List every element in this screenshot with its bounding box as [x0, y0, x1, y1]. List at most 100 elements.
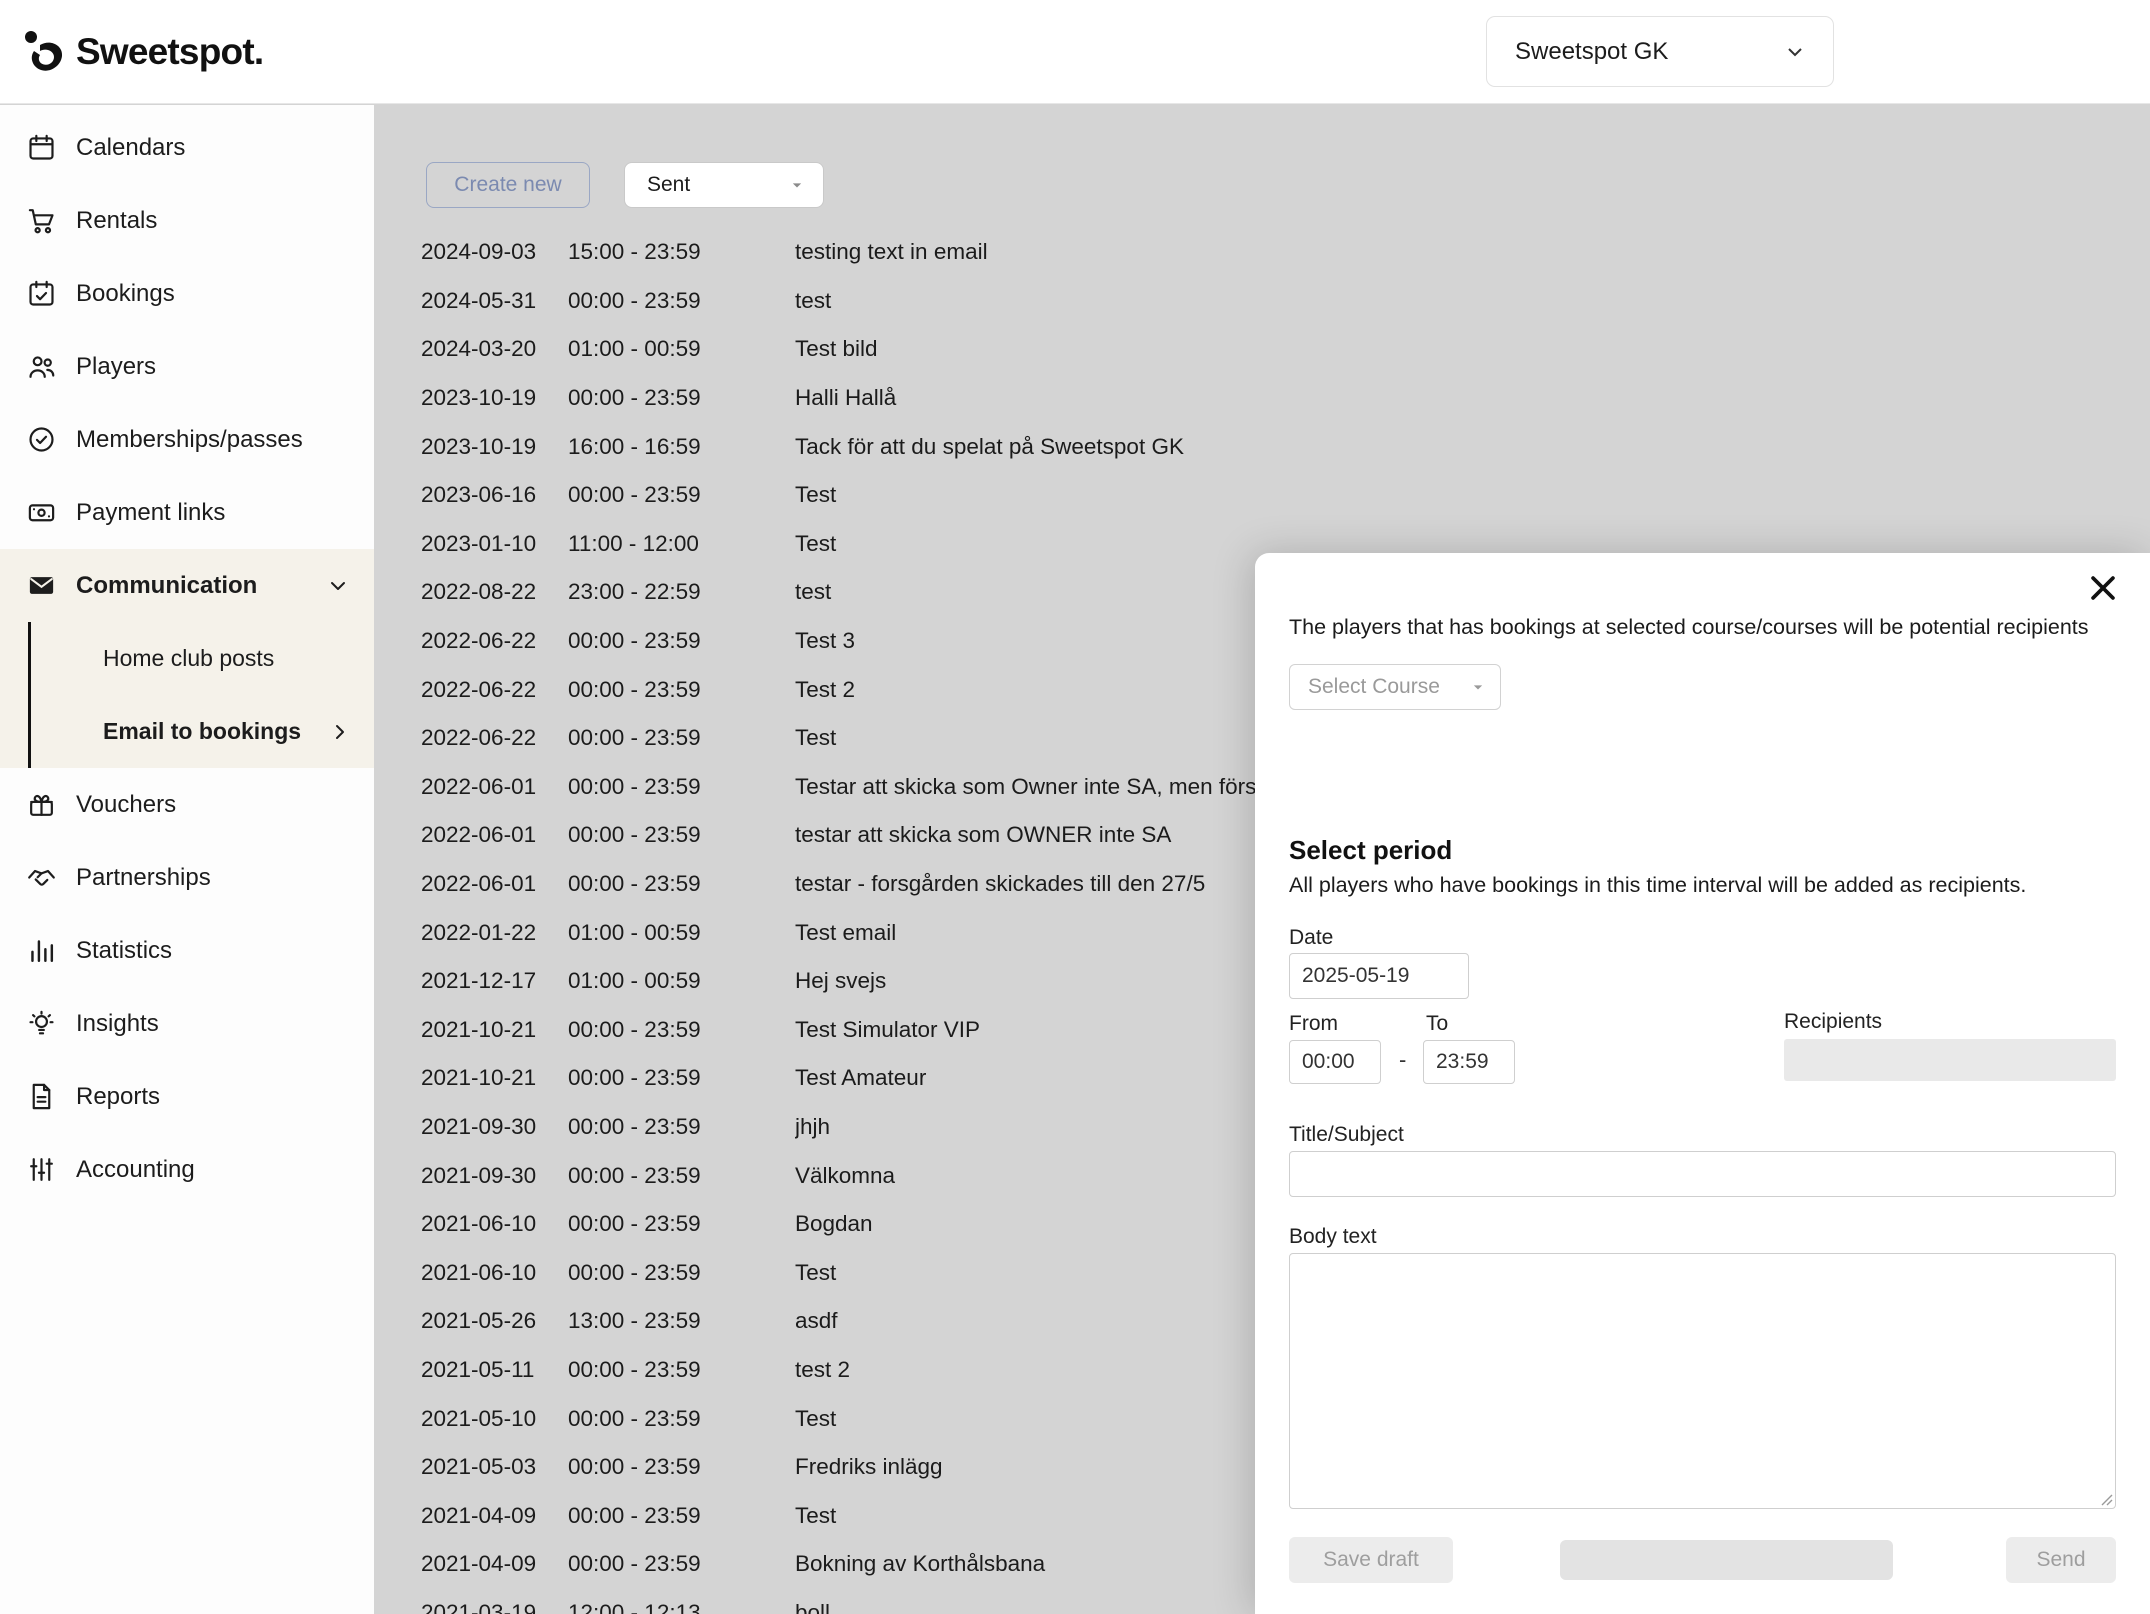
sidebar-item-vouchers[interactable]: Vouchers: [0, 768, 374, 841]
sidebar-item-accounting[interactable]: Accounting: [0, 1133, 374, 1206]
email-time: 00:00 - 23:59: [568, 482, 795, 508]
email-row[interactable]: 2024-03-20 01:00 - 00:59 Test bild: [374, 325, 2150, 374]
date-field[interactable]: [1289, 953, 1469, 999]
sidebar-item-label: Reports: [76, 1083, 160, 1111]
body-text-label: Body text: [1289, 1225, 1377, 1249]
body-text-field[interactable]: [1289, 1253, 2116, 1509]
email-date: 2022-06-22: [421, 628, 568, 654]
send-button[interactable]: Send: [2006, 1537, 2116, 1583]
email-date: 2021-06-10: [421, 1260, 568, 1286]
sidebar-item-calendars[interactable]: Calendars: [0, 111, 374, 184]
close-icon[interactable]: [2086, 571, 2120, 605]
email-time: 01:00 - 00:59: [568, 336, 795, 362]
email-date: 2021-03-19: [421, 1600, 568, 1614]
email-time: 12:00 - 12:13: [568, 1600, 795, 1614]
email-time: 00:00 - 23:59: [568, 1163, 795, 1189]
sidebar-item-partnerships[interactable]: Partnerships: [0, 841, 374, 914]
email-date: 2021-09-30: [421, 1163, 568, 1189]
email-date: 2022-06-22: [421, 725, 568, 751]
sidebar-item-memberships[interactable]: Memberships/passes: [0, 403, 374, 476]
email-date: 2021-10-21: [421, 1017, 568, 1043]
sidebar-item-players[interactable]: Players: [0, 330, 374, 403]
communication-subitems: Home club posts Email to bookings: [28, 622, 374, 768]
sidebar-item-insights[interactable]: Insights: [0, 987, 374, 1060]
email-time: 00:00 - 23:59: [568, 871, 795, 897]
chevron-right-icon: [328, 720, 352, 744]
email-date: 2022-06-01: [421, 822, 568, 848]
sidebar-item-payment-links[interactable]: Payment links: [0, 476, 374, 549]
chevron-down-icon: [326, 574, 350, 598]
sidebar-item-statistics[interactable]: Statistics: [0, 914, 374, 987]
email-date: 2024-05-31: [421, 288, 568, 314]
email-time: 01:00 - 00:59: [568, 920, 795, 946]
sidebar-item-reports[interactable]: Reports: [0, 1060, 374, 1133]
to-label: To: [1426, 1012, 1448, 1036]
sidebar-item-bookings[interactable]: Bookings: [0, 257, 374, 330]
players-icon: [26, 351, 57, 382]
sidebar-item-label: Memberships/passes: [76, 426, 303, 454]
modal-secondary-button[interactable]: [1560, 1540, 1893, 1580]
email-time: 23:00 - 22:59: [568, 579, 795, 605]
email-row[interactable]: 2024-05-31 00:00 - 23:59 test: [374, 277, 2150, 326]
sidebar-item-home-club-posts[interactable]: Home club posts: [31, 622, 374, 695]
course-select-placeholder: Select Course: [1308, 675, 1440, 699]
email-time: 00:00 - 23:59: [568, 1357, 795, 1383]
email-date: 2023-10-19: [421, 434, 568, 460]
email-date: 2022-06-22: [421, 677, 568, 703]
save-draft-button[interactable]: Save draft: [1289, 1537, 1453, 1583]
accounting-icon: [26, 1154, 57, 1185]
sweetspot-logo: Sweetspot.: [24, 29, 263, 75]
email-date: 2021-04-09: [421, 1503, 568, 1529]
email-time: 00:00 - 23:59: [568, 822, 795, 848]
to-time-field[interactable]: [1423, 1040, 1515, 1084]
email-date: 2021-04-09: [421, 1551, 568, 1577]
sidebar-item-rentals[interactable]: Rentals: [0, 184, 374, 257]
email-date: 2024-09-03: [421, 239, 568, 265]
email-date: 2023-01-10: [421, 531, 568, 557]
email-row[interactable]: 2023-10-19 00:00 - 23:59 Halli Hallå: [374, 374, 2150, 423]
envelope-icon: [26, 570, 57, 601]
email-date: 2021-06-10: [421, 1211, 568, 1237]
title-subject-label: Title/Subject: [1289, 1123, 1404, 1147]
email-time: 00:00 - 23:59: [568, 288, 795, 314]
brand-name: Sweetspot.: [76, 31, 263, 73]
email-time: 11:00 - 12:00: [568, 531, 795, 557]
email-time: 00:00 - 23:59: [568, 385, 795, 411]
email-time: 00:00 - 23:59: [568, 1551, 795, 1577]
email-time: 15:00 - 23:59: [568, 239, 795, 265]
sidebar-item-label: Statistics: [76, 937, 172, 965]
lightbulb-icon: [26, 1008, 57, 1039]
email-date: 2021-12-17: [421, 968, 568, 994]
sidebar-item-communication[interactable]: Communication: [0, 549, 374, 622]
email-time: 00:00 - 23:59: [568, 1211, 795, 1237]
communication-group: Communication Home club posts Email to b…: [0, 549, 374, 768]
from-time-field[interactable]: [1289, 1040, 1381, 1084]
sidebar-item-label: Email to bookings: [103, 718, 301, 745]
club-selector[interactable]: Sweetspot GK: [1486, 16, 1834, 87]
status-filter-select[interactable]: Sent: [624, 162, 824, 208]
sweetspot-logo-icon: [24, 29, 64, 75]
create-new-button[interactable]: Create new: [426, 162, 590, 208]
email-subject: Test bild: [795, 336, 2150, 362]
calendar-icon: [26, 132, 57, 163]
email-row[interactable]: 2023-10-19 16:00 - 16:59 Tack för att du…: [374, 422, 2150, 471]
course-select[interactable]: Select Course: [1289, 664, 1501, 710]
email-time: 00:00 - 23:59: [568, 725, 795, 751]
email-row[interactable]: 2023-06-16 00:00 - 23:59 Test: [374, 471, 2150, 520]
sidebar-item-label: Home club posts: [103, 645, 274, 672]
email-compose-modal: The players that has bookings at selecte…: [1255, 553, 2150, 1614]
email-date: 2022-06-01: [421, 774, 568, 800]
sidebar-item-label: Communication: [76, 572, 257, 600]
recipients-field[interactable]: [1784, 1039, 2116, 1081]
email-date: 2024-03-20: [421, 336, 568, 362]
sidebar-item-email-to-bookings[interactable]: Email to bookings: [31, 695, 374, 768]
email-date: 2021-10-21: [421, 1065, 568, 1091]
email-time: 00:00 - 23:59: [568, 677, 795, 703]
status-filter-value: Sent: [647, 173, 690, 197]
email-row[interactable]: 2024-09-03 15:00 - 23:59 testing text in…: [374, 228, 2150, 277]
title-subject-field[interactable]: [1289, 1151, 2116, 1197]
email-date: 2021-09-30: [421, 1114, 568, 1140]
handshake-icon: [26, 862, 57, 893]
email-time: 00:00 - 23:59: [568, 1260, 795, 1286]
sidebar: Calendars Rentals Bookings Players Membe: [0, 105, 374, 1614]
